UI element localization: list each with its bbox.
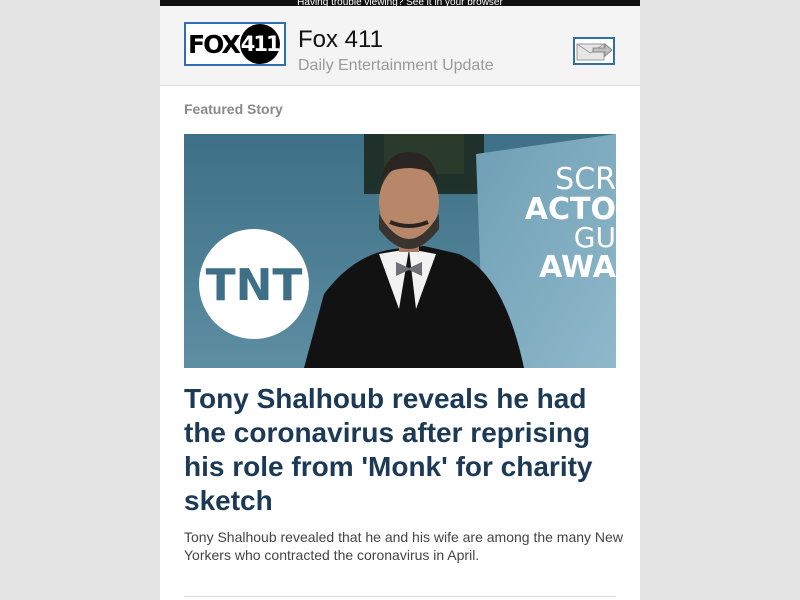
- fox411-logo[interactable]: FOX 411: [184, 22, 286, 66]
- logo-text-411: 411: [240, 32, 281, 56]
- featured-story-summary: Tony Shalhoub revealed that he and his w…: [184, 529, 623, 563]
- page: Having trouble viewing? See it in your b…: [0, 0, 800, 600]
- logo-circle-411: 411: [239, 24, 281, 64]
- featured-story-image[interactable]: TNT SCR ACTO GU AWA: [184, 134, 616, 368]
- section-divider: [184, 596, 616, 597]
- forward-email-button[interactable]: [573, 37, 615, 65]
- tnt-logo-text: TNT: [206, 260, 303, 311]
- newsletter-title: Fox 411: [298, 26, 383, 53]
- newsletter-subtitle: Daily Entertainment Update: [298, 57, 494, 74]
- envelope-forward-icon: [576, 42, 613, 61]
- newsletter-header: FOX 411 Fox 411 Daily Entertainment Upda…: [160, 6, 640, 86]
- email-container: Having trouble viewing? See it in your b…: [160, 0, 640, 600]
- sign-line-4: AWA: [539, 250, 616, 285]
- logo-text-fox: FOX: [188, 29, 241, 59]
- featured-photo: TNT SCR ACTO GU AWA: [184, 134, 616, 368]
- featured-story-label: Featured Story: [184, 101, 283, 117]
- featured-story-headline[interactable]: Tony Shalhoub reveals he had the coronav…: [184, 382, 624, 518]
